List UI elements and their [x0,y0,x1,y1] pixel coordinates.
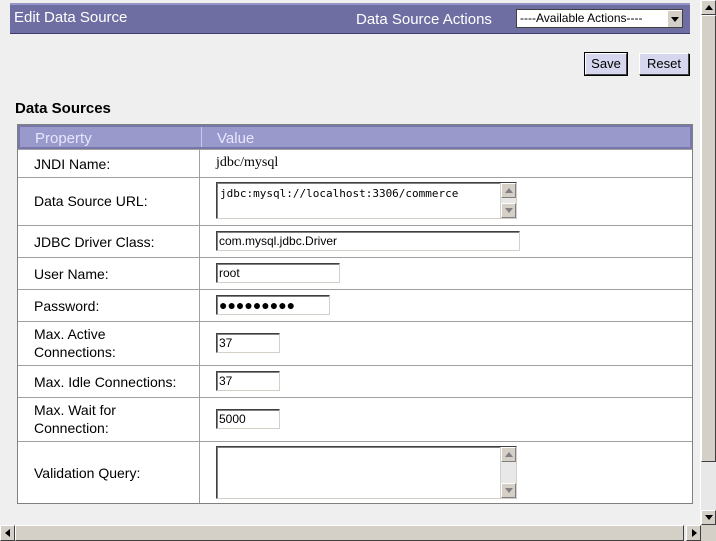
chevron-down-icon[interactable] [667,10,682,27]
max-idle-connections-input[interactable]: 37 [216,371,280,391]
password-input[interactable]: ●●●●●●●●● [216,295,330,315]
vertical-scrollbar[interactable] [701,0,716,525]
arrow-right-icon[interactable] [686,525,701,541]
arrow-up-icon[interactable] [501,447,516,462]
jdbc-driver-class-input[interactable]: com.mysql.jdbc.Driver [216,231,520,251]
table-row-max-wait: Max. Wait for Connection: 5000 [18,397,692,441]
validation-query-label: Validation Query: [34,465,141,481]
scroll-corner [701,525,716,541]
password-label: Password: [34,298,100,314]
actions-select-value: ----Available Actions---- [520,11,643,25]
table-row-password: Password: ●●●●●●●●● [18,289,692,321]
arrow-left-icon[interactable] [0,525,15,541]
title-bar: Edit Data Source Data Source Actions ---… [10,3,690,34]
jndi-name-value: jdbc/mysql [216,155,279,170]
max-wait-label-line1: Max. Wait for [34,402,116,418]
max-active-connections-input[interactable]: 37 [216,333,280,353]
data-source-url-value: jdbc:mysql://localhost:3306/commerce [220,187,459,200]
arrow-down-icon[interactable] [501,483,516,498]
save-button[interactable]: Save [584,52,628,76]
page-content: Edit Data Source Data Source Actions ---… [0,0,701,525]
vertical-scroll-thumb[interactable] [701,15,716,462]
max-active-label-line1: Max. Active [34,326,106,342]
data-source-url-label: Data Source URL: [34,193,148,209]
textarea-scrollbar[interactable] [500,447,516,498]
arrow-up-icon[interactable] [701,0,716,15]
max-wait-label-line2: Connection: [34,420,109,436]
data-source-url-textarea[interactable]: jdbc:mysql://localhost:3306/commerce [216,182,517,219]
section-title: Data Sources [15,100,111,117]
validation-query-textarea[interactable] [216,446,517,499]
table-row-max-idle-connections: Max. Idle Connections: 37 [18,365,692,397]
user-name-label: User Name: [34,266,109,282]
arrow-down-icon[interactable] [501,203,516,218]
max-wait-input[interactable]: 5000 [216,409,280,429]
actions-label: Data Source Actions [356,11,492,28]
table-row-max-active-connections: Max. Active Connections: 37 [18,321,692,365]
table-row-data-source-url: Data Source URL: jdbc:mysql://localhost:… [18,177,692,225]
properties-table: Property Value JNDI Name: jdbc/mysql Dat… [17,124,693,504]
horizontal-scroll-thumb[interactable] [15,525,684,541]
max-idle-connections-label: Max. Idle Connections: [34,374,177,390]
max-active-label-line2: Connections: [34,344,116,360]
column-divider [201,127,202,147]
textarea-scrollbar[interactable] [500,183,516,218]
table-row-jndi-name: JNDI Name: jdbc/mysql [18,149,692,177]
table-row-jdbc-driver-class: JDBC Driver Class: com.mysql.jdbc.Driver [18,225,692,257]
arrow-down-icon[interactable] [701,510,716,525]
table-row-user-name: User Name: root [18,257,692,289]
column-header-property: Property [35,130,92,147]
table-header: Property Value [18,125,692,149]
arrow-up-icon[interactable] [501,183,516,198]
horizontal-scrollbar[interactable] [0,525,701,541]
actions-select[interactable]: ----Available Actions---- [516,9,683,28]
jdbc-driver-class-label: JDBC Driver Class: [34,234,155,250]
table-row-validation-query: Validation Query: [18,441,692,503]
page-title: Edit Data Source [14,9,128,26]
jndi-name-label: JNDI Name: [34,156,111,172]
user-name-input[interactable]: root [216,263,340,283]
column-header-value: Value [217,130,255,147]
reset-button[interactable]: Reset [639,53,689,75]
